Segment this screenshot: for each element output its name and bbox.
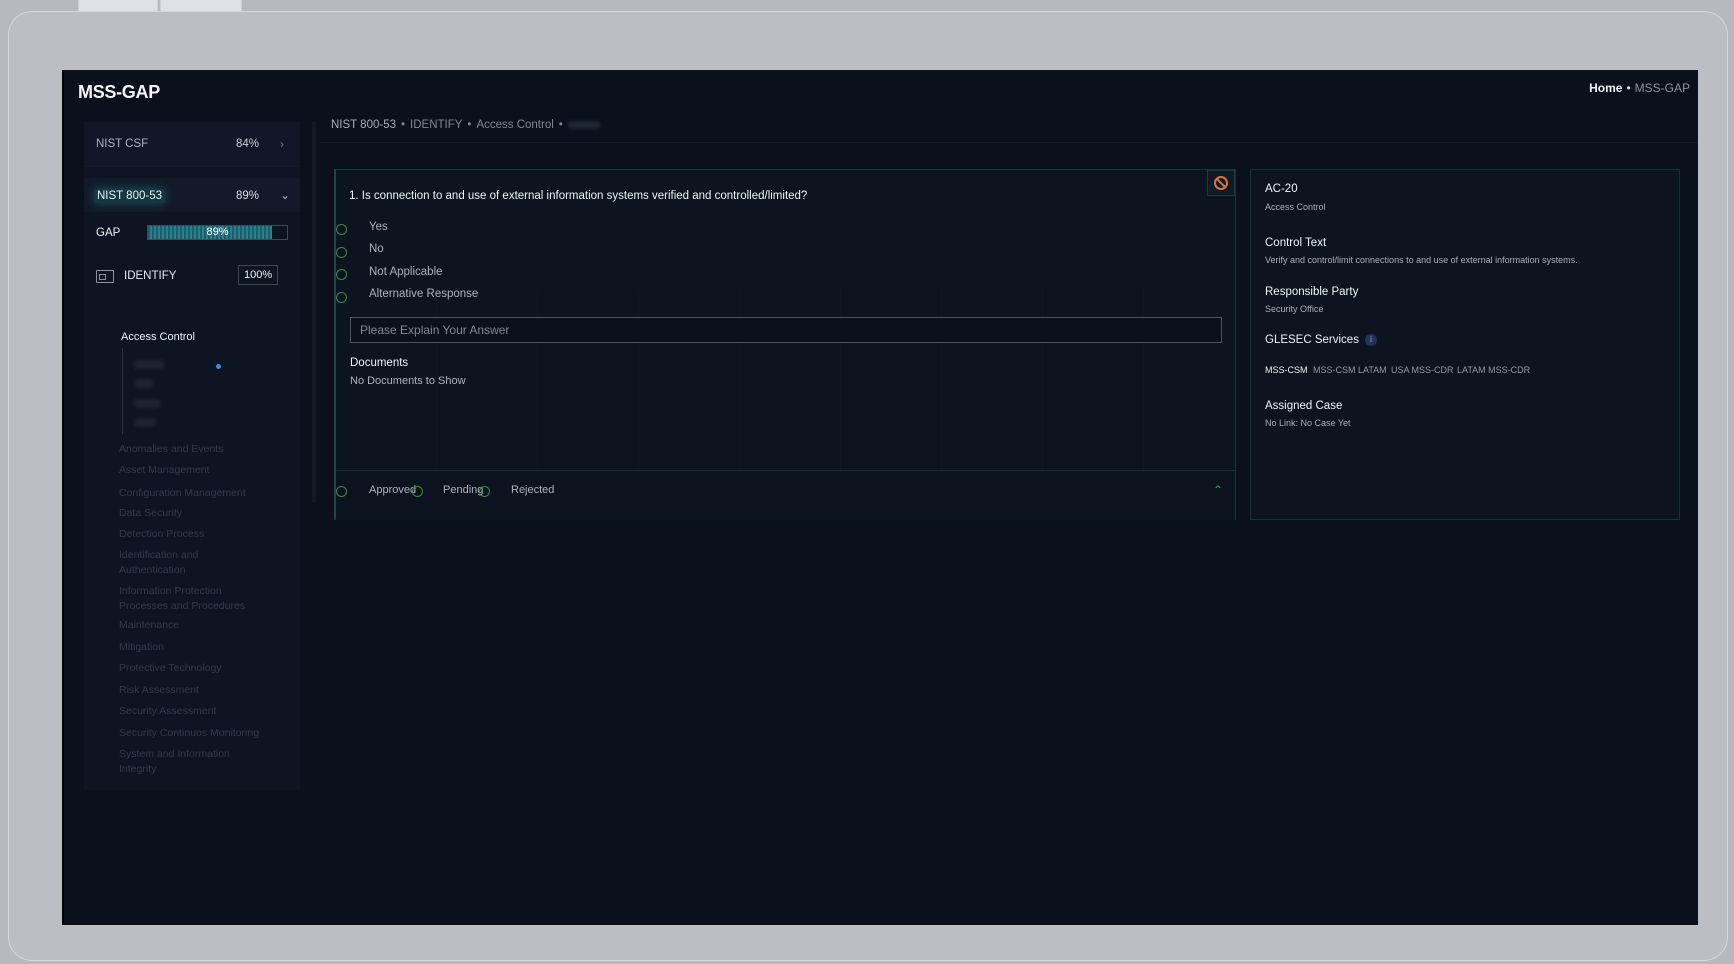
radio-alternative-response[interactable] (336, 292, 347, 303)
sidebar-category[interactable]: Detection Process (119, 527, 204, 542)
service-tag[interactable]: LATAM MSS-CDR (1457, 365, 1530, 375)
sidebar-category[interactable]: Anomalies and Events (119, 442, 223, 457)
sidebar: NIST CSF 84% › NIST 800-53 89% ⌄ GAP 89%… (84, 122, 300, 790)
sidebar-category[interactable]: Security Assessment (119, 704, 216, 719)
breadcrumb-separator: • (467, 119, 472, 131)
sidebar-category[interactable]: Identification and Authentication (119, 548, 239, 578)
radio-no[interactable] (336, 247, 347, 258)
status-label[interactable]: Approved (369, 484, 416, 496)
radio-not-applicable[interactable] (336, 269, 347, 280)
function-label: IDENTIFY (124, 270, 177, 282)
sidebar-category[interactable]: System and Information Integrity (119, 747, 259, 777)
blurred-control-item[interactable] (134, 399, 160, 408)
sidebar-scrollbar[interactable] (312, 122, 316, 502)
documents-empty-text: No Documents to Show (350, 375, 466, 387)
radio-pending[interactable] (412, 486, 423, 497)
sidebar-category[interactable]: Risk Assessment (119, 683, 199, 698)
breadcrumb-separator: • (401, 119, 406, 131)
breadcrumb-category[interactable]: Access Control (476, 119, 553, 131)
breadcrumb-home-link[interactable]: Home (1589, 81, 1622, 95)
sidebar-category[interactable]: Maintenance (119, 618, 179, 633)
device-frame: MSS-GAP Home • MSS-GAP NIST CSF 84% › NIST… (8, 11, 1728, 961)
blurred-control-item[interactable] (134, 418, 156, 427)
blurred-control-item[interactable] (134, 360, 164, 369)
services-title: GLESEC Services i (1265, 334, 1377, 346)
blurred-control-item[interactable] (134, 379, 154, 388)
documents-title: Documents (350, 357, 409, 369)
option-label[interactable]: Not Applicable (369, 266, 443, 278)
framework-percent: 84% (236, 138, 260, 150)
sidebar-item-identify[interactable]: IDENTIFY 100% (84, 262, 284, 290)
main-breadcrumb: NIST 800-53 • IDENTIFY • Access Control • (331, 119, 600, 131)
responsible-party: Security Office (1265, 304, 1324, 314)
sidebar-category[interactable]: Protective Technology (119, 661, 222, 676)
radio-approved[interactable] (336, 486, 347, 497)
status-bar: Approved Pending Rejected ⌃ (336, 470, 1235, 520)
service-tag[interactable]: MSS-CSM (1265, 365, 1308, 375)
control-text-title: Control Text (1265, 237, 1327, 249)
sidebar-category[interactable]: Information Protection Processes and Pro… (119, 584, 269, 614)
sidebar-category[interactable]: Security Continuos Monitoring (119, 726, 259, 741)
option-label[interactable]: No (369, 243, 384, 255)
gap-label: GAP (96, 227, 121, 239)
sidebar-item-access-control[interactable]: Access Control (121, 331, 195, 343)
sidebar-item-nist-800-53[interactable]: NIST 800-53 89% ⌄ (84, 178, 300, 212)
framework-label: NIST 800-53 (94, 189, 165, 203)
sidebar-item-nist-csf[interactable]: NIST CSF 84% › (84, 122, 300, 167)
control-details-panel: AC-20 Access Control Control Text Verify… (1250, 169, 1680, 520)
breadcrumb-current: MSS-GAP (1634, 81, 1690, 95)
responsible-party-title: Responsible Party (1265, 286, 1359, 298)
gap-progress-percent: 89% (206, 226, 229, 238)
control-id: AC-20 (1265, 183, 1298, 195)
control-family: Access Control (1265, 202, 1326, 212)
control-text: Verify and control/limit connections to … (1265, 255, 1578, 265)
option-label[interactable]: Yes (369, 221, 388, 233)
status-label[interactable]: Pending (443, 484, 483, 496)
id-card-icon (96, 270, 114, 283)
breadcrumb-separator: • (1626, 81, 1631, 95)
question-text: 1. Is connection to and use of external … (349, 190, 808, 202)
assigned-case-value: No Link: No Case Yet (1265, 418, 1351, 428)
sidebar-category[interactable]: Mitigation (119, 640, 164, 655)
app-title: MSS-GAP (78, 82, 160, 102)
breadcrumb-framework[interactable]: NIST 800-53 (331, 119, 396, 131)
chevron-right-icon: › (280, 137, 284, 151)
breadcrumb-function[interactable]: IDENTIFY (410, 119, 462, 131)
double-chevron-up-icon[interactable]: ⌃ (1213, 484, 1225, 496)
option-label[interactable]: Alternative Response (369, 288, 478, 300)
framework-label: NIST CSF (96, 138, 149, 150)
explain-answer-input[interactable] (350, 317, 1222, 343)
radio-yes[interactable] (336, 224, 347, 235)
breadcrumb-separator: • (558, 119, 563, 131)
service-tag[interactable]: MSS-CSM LATAM (1313, 365, 1387, 375)
ban-icon[interactable] (1207, 170, 1235, 196)
services-title-text: GLESEC Services (1265, 334, 1359, 347)
sidebar-category[interactable]: Asset Management (119, 463, 209, 478)
function-percent-badge: 100% (238, 265, 279, 285)
sidebar-category[interactable]: Data Security (119, 506, 182, 521)
gap-progress-bar: 89% (147, 225, 288, 240)
chevron-down-icon: ⌄ (280, 188, 291, 202)
sidebar-category[interactable]: Configuration Management (119, 486, 246, 501)
radio-rejected[interactable] (479, 486, 490, 497)
question-panel: 1. Is connection to and use of external … (334, 169, 1236, 520)
service-tag[interactable]: USA MSS-CDR (1391, 365, 1454, 375)
app-screen: MSS-GAP Home • MSS-GAP NIST CSF 84% › NIST… (62, 70, 1698, 925)
top-breadcrumb: Home • MSS-GAP (1589, 81, 1690, 95)
subtree-line (122, 348, 123, 434)
assigned-case-title: Assigned Case (1265, 400, 1343, 412)
info-icon[interactable]: i (1364, 334, 1377, 346)
selected-indicator-dot (216, 364, 221, 369)
header-divider (320, 142, 1698, 143)
status-label[interactable]: Rejected (511, 484, 554, 496)
breadcrumb-blurred-control (567, 120, 600, 129)
framework-percent: 89% (236, 190, 260, 202)
